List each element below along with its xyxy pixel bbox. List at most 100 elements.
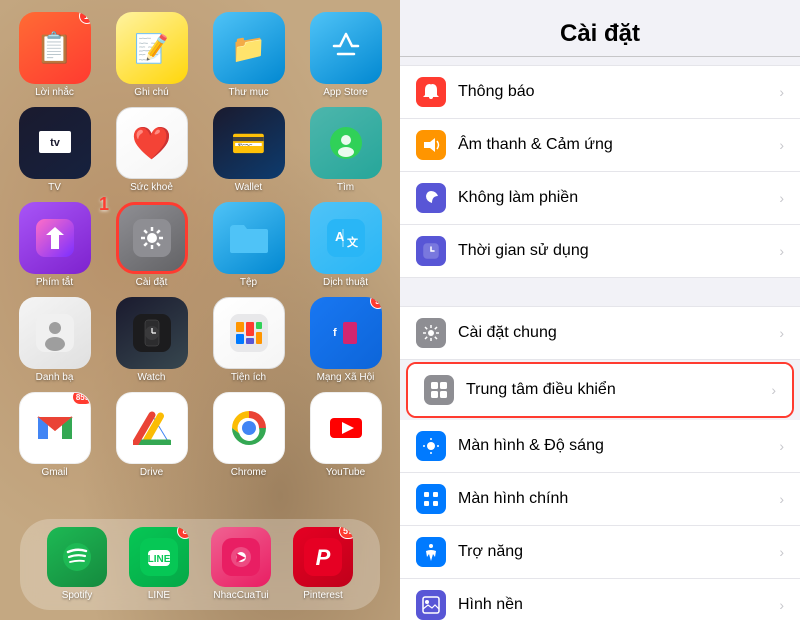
- chrome-label: Chrome: [231, 467, 267, 479]
- translate-label: Dịch thuật: [323, 277, 368, 289]
- shortcuts-icon: [19, 202, 91, 274]
- app-wallet[interactable]: 💳 Wallet: [204, 107, 293, 194]
- youtube-label: YouTube: [326, 467, 365, 479]
- settings-row-display[interactable]: Màn hình & Độ sáng ›: [400, 420, 800, 473]
- section-separator: [400, 278, 800, 298]
- settings-page-title: Cài đặt: [416, 20, 784, 48]
- settings-panel: Cài đặt Thông báo › Âm thanh & Cảm ứng ›: [400, 0, 800, 620]
- app-youtube[interactable]: YouTube: [301, 392, 390, 479]
- dnd-icon: [416, 183, 446, 213]
- find-label: Tìm: [337, 182, 354, 194]
- nhaccuatui-icon: ▶: [211, 527, 271, 587]
- line-icon: LINE 8: [129, 527, 189, 587]
- line-badge: 8: [177, 527, 189, 539]
- app-reminders[interactable]: 📋 1 Lời nhắc: [10, 12, 99, 99]
- folder-label: Tệp: [240, 277, 257, 289]
- settings-row-homescreen[interactable]: Màn hình chính ›: [400, 473, 800, 526]
- home-screen: 📋 1 Lời nhắc 📝 Ghi chú 📁 Thư mục App Sto…: [0, 0, 400, 620]
- accessibility-icon: [416, 537, 446, 567]
- appstore-icon: [310, 12, 382, 84]
- control-icon: [424, 375, 454, 405]
- wallet-label: Wallet: [235, 182, 262, 194]
- app-utilities[interactable]: Tiện ích: [204, 297, 293, 384]
- wallet-icon: 💳: [213, 107, 285, 179]
- control-chevron: ›: [771, 382, 776, 398]
- settings-row-screentime[interactable]: Thời gian sử dụng ›: [400, 225, 800, 278]
- app-nhaccuatui[interactable]: ▶ NhacCuaTui: [211, 527, 271, 602]
- gmail-label: Gmail: [41, 467, 67, 479]
- settings-row-sounds[interactable]: Âm thanh & Cảm ứng ›: [400, 119, 800, 172]
- settings-row-general[interactable]: Cài đặt chung ›: [400, 306, 800, 360]
- sounds-label: Âm thanh & Cảm ứng: [458, 136, 779, 154]
- svg-text:P: P: [316, 545, 331, 570]
- app-shortcuts[interactable]: Phím tắt: [10, 202, 99, 289]
- notifications-chevron: ›: [779, 84, 784, 100]
- find-icon: [310, 107, 382, 179]
- settings-row-dnd[interactable]: Không làm phiền ›: [400, 172, 800, 225]
- app-spotify[interactable]: Spotify: [47, 527, 107, 602]
- app-find[interactable]: Tìm: [301, 107, 390, 194]
- app-watch[interactable]: Watch: [107, 297, 196, 384]
- app-pinterest[interactable]: P 57 Pinterest: [293, 527, 353, 602]
- homescreen-icon: [416, 484, 446, 514]
- app-translate[interactable]: A文 Dịch thuật: [301, 202, 390, 289]
- folder-icon: [213, 202, 285, 274]
- app-dock: Spotify LINE 8 LINE ▶ NhacCuaTui P 57 Pi…: [20, 519, 380, 610]
- sounds-chevron: ›: [779, 137, 784, 153]
- general-chevron: ›: [779, 325, 784, 341]
- app-settings[interactable]: 1 Cài đặt: [107, 202, 196, 289]
- app-folder[interactable]: Tệp: [204, 202, 293, 289]
- general-label: Cài đặt chung: [458, 324, 779, 342]
- settings-row-wallpaper[interactable]: Hình nền ›: [400, 579, 800, 620]
- contacts-icon: [19, 297, 91, 369]
- settings-section-2: Cài đặt chung › Trung tâm điều khiển › 2: [400, 306, 800, 620]
- step-number-1: 1: [99, 194, 109, 215]
- wallpaper-chevron: ›: [779, 597, 784, 613]
- app-drive[interactable]: Drive: [107, 392, 196, 479]
- utilities-icon: [213, 297, 285, 369]
- drive-label: Drive: [140, 467, 163, 479]
- screentime-chevron: ›: [779, 243, 784, 259]
- tv-icon: tv: [19, 107, 91, 179]
- control-label: Trung tâm điều khiển: [466, 381, 771, 399]
- general-icon: [416, 318, 446, 348]
- settings-row-accessibility[interactable]: Trợ năng ›: [400, 526, 800, 579]
- notifications-icon: [416, 77, 446, 107]
- notes-label: Ghi chú: [134, 87, 168, 99]
- screentime-label: Thời gian sử dụng: [458, 242, 779, 260]
- line-label: LINE: [148, 590, 170, 602]
- svg-text:LINE: LINE: [148, 554, 171, 565]
- app-tv[interactable]: tv TV: [10, 107, 99, 194]
- files-icon: 📁: [213, 12, 285, 84]
- accessibility-label: Trợ năng: [458, 543, 779, 561]
- drive-icon: [116, 392, 188, 464]
- settings-row-notifications[interactable]: Thông báo ›: [400, 65, 800, 119]
- display-label: Màn hình & Độ sáng: [458, 437, 779, 455]
- notifications-label: Thông báo: [458, 83, 779, 101]
- settings-list: Thông báo › Âm thanh & Cảm ứng › Không l…: [400, 57, 800, 620]
- youtube-icon: [310, 392, 382, 464]
- svg-text:f: f: [333, 327, 337, 339]
- dnd-label: Không làm phiền: [458, 189, 779, 207]
- health-label: Sức khoẻ: [130, 182, 173, 194]
- app-line[interactable]: LINE 8 LINE: [129, 527, 189, 602]
- gmail-badge: 855: [72, 392, 91, 405]
- app-health[interactable]: ❤️ Sức khoẻ: [107, 107, 196, 194]
- reminders-label: Lời nhắc: [35, 87, 74, 99]
- settings-section-1: Thông báo › Âm thanh & Cảm ứng › Không l…: [400, 65, 800, 278]
- pinterest-badge: 57: [339, 527, 353, 539]
- app-notes[interactable]: 📝 Ghi chú: [107, 12, 196, 99]
- wallpaper-icon: [416, 590, 446, 620]
- display-chevron: ›: [779, 438, 784, 454]
- app-gmail[interactable]: 855 Gmail: [10, 392, 99, 479]
- app-contacts[interactable]: Danh bạ: [10, 297, 99, 384]
- app-appstore[interactable]: App Store: [301, 12, 390, 99]
- app-grid: 📋 1 Lời nhắc 📝 Ghi chú 📁 Thư mục App Sto…: [10, 8, 390, 479]
- nhaccuatui-label: NhacCuaTui: [213, 590, 268, 602]
- sounds-icon: [416, 130, 446, 160]
- social-label: Mạng Xã Hội: [317, 372, 375, 384]
- app-chrome[interactable]: Chrome: [204, 392, 293, 479]
- app-files[interactable]: 📁 Thư mục: [204, 12, 293, 99]
- app-social[interactable]: f 9 Mạng Xã Hội: [301, 297, 390, 384]
- settings-row-control[interactable]: Trung tâm điều khiển ›: [408, 364, 792, 416]
